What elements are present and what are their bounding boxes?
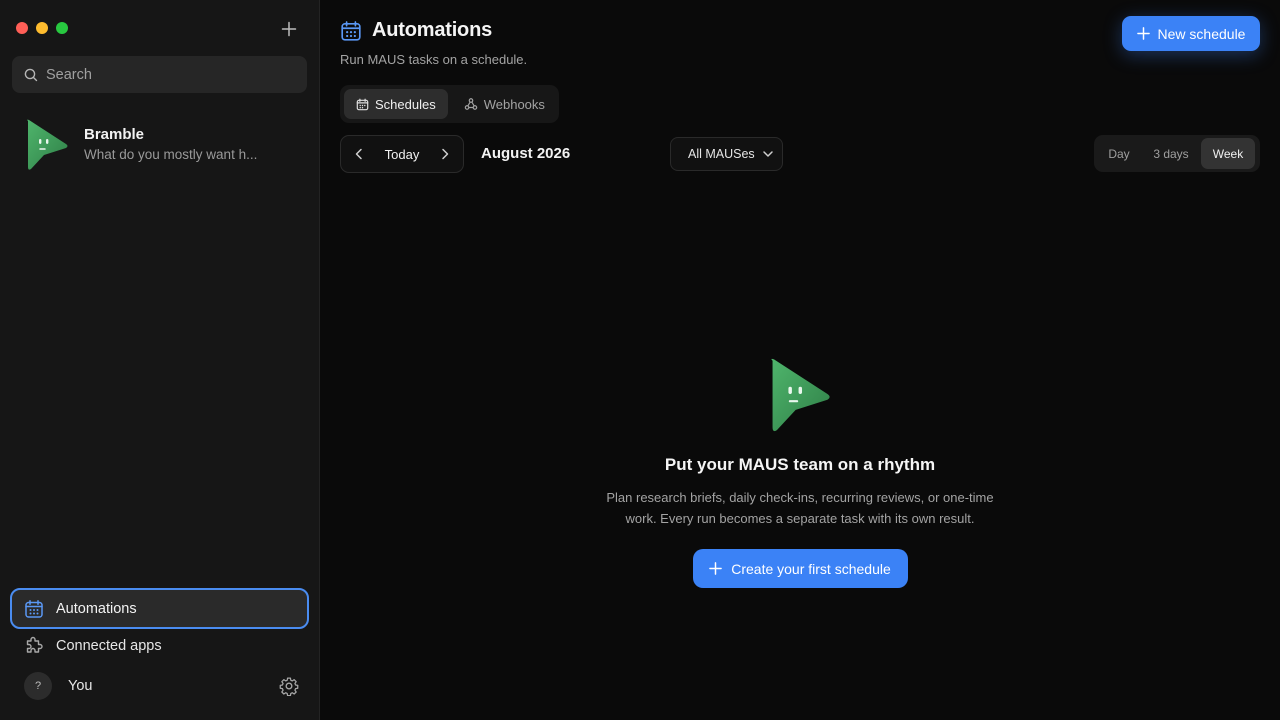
sidebar-item-label: Automations (56, 600, 137, 617)
chevron-down-icon (763, 151, 773, 157)
calendar-icon (356, 98, 369, 110)
next-period-button[interactable] (437, 146, 453, 162)
sidebar-item-connected-apps[interactable]: Connected apps (12, 627, 307, 665)
sidebar-item-label: Connected apps (56, 638, 162, 654)
tab-schedules[interactable]: Schedules (344, 89, 448, 119)
sidebar: Bramble What do you mostly want h... Aut… (0, 0, 320, 720)
chevron-left-icon (355, 148, 362, 160)
agent-preview: What do you mostly want h... (84, 147, 258, 162)
create-first-schedule-button[interactable]: Create your first schedule (692, 549, 908, 588)
user-name: You (68, 678, 93, 694)
webhook-icon (464, 98, 477, 110)
month-label: August 2026 (481, 145, 571, 162)
tab-label: Webhooks (483, 96, 545, 112)
date-navigator: Today (340, 135, 464, 173)
window-controls (16, 22, 68, 34)
maus-filter-select[interactable]: All MAUSes (670, 137, 783, 171)
empty-state-title: Put your MAUS team on a rhythm (664, 455, 936, 474)
plus-icon (281, 21, 297, 37)
agent-name: Bramble (84, 126, 145, 143)
main-content: Automations Run MAUS tasks on a schedule… (320, 0, 1280, 720)
calendar-icon (341, 20, 361, 41)
user-row[interactable]: ? You (12, 668, 307, 704)
tab-bar: Schedules Webhooks (340, 85, 559, 123)
agent-text: Bramble What do you mostly want h... (84, 126, 264, 162)
view-toggle: Day 3 days Week (1094, 135, 1260, 172)
today-button[interactable]: Today (385, 147, 420, 162)
gear-icon[interactable] (279, 676, 299, 696)
search-icon (24, 68, 38, 81)
maus-filter-value: All MAUSes (688, 147, 755, 161)
new-chat-button[interactable] (277, 17, 301, 41)
page-header: Automations (340, 19, 492, 42)
puzzle-icon (26, 636, 43, 653)
new-schedule-label: New schedule (1157, 25, 1246, 42)
chevron-right-icon (442, 148, 449, 160)
search-box[interactable] (12, 56, 307, 93)
page-title: Automations (372, 19, 493, 41)
sidebar-item-automations[interactable]: Automations (10, 588, 309, 629)
create-first-schedule-label: Create your first schedule (731, 560, 891, 577)
plus-icon (1136, 27, 1150, 40)
page-subtitle: Run MAUS tasks on a schedule. (340, 52, 528, 67)
new-schedule-button[interactable]: New schedule (1122, 16, 1260, 51)
bramble-avatar-icon (27, 119, 68, 170)
view-option-3-days[interactable]: 3 days (1141, 138, 1201, 169)
calendar-icon (25, 599, 43, 618)
tab-label: Schedules (375, 96, 436, 112)
avatar: ? (24, 672, 52, 700)
search-input[interactable] (46, 66, 286, 83)
close-window-button[interactable] (16, 22, 28, 34)
empty-state-description: Plan research briefs, daily check-ins, r… (606, 490, 994, 526)
view-option-week[interactable]: Week (1201, 138, 1255, 169)
plus-icon (709, 562, 723, 575)
maus-logo-icon (771, 358, 830, 432)
empty-state: Put your MAUS team on a rhythm Plan rese… (320, 355, 1280, 588)
view-option-day[interactable]: Day (1097, 138, 1141, 169)
minimize-window-button[interactable] (36, 22, 48, 34)
agent-item-bramble[interactable]: Bramble What do you mostly want h... (12, 112, 307, 176)
zoom-window-button[interactable] (56, 22, 68, 34)
tab-webhooks[interactable]: Webhooks (452, 89, 557, 119)
previous-period-button[interactable] (351, 146, 367, 162)
